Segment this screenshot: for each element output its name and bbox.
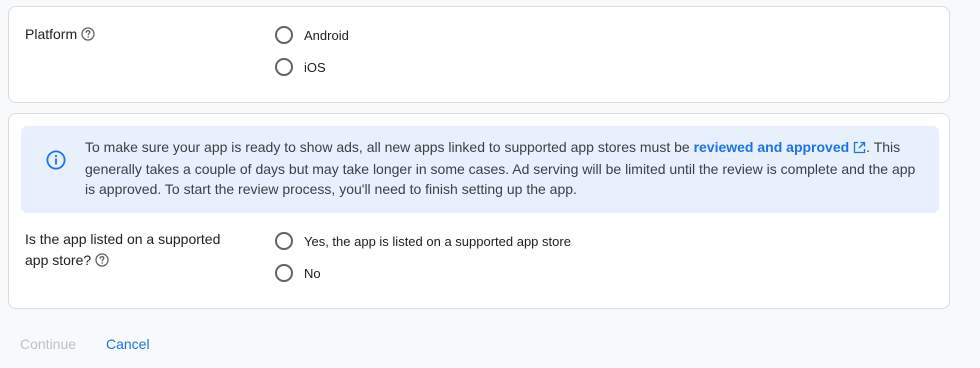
radio-label-yes: Yes, the app is listed on a supported ap… bbox=[304, 233, 571, 249]
help-circle-icon[interactable] bbox=[81, 26, 95, 47]
radio-button[interactable] bbox=[275, 264, 293, 282]
radio-label-no: No bbox=[304, 265, 321, 281]
reviewed-and-approved-link[interactable]: reviewed and approved bbox=[694, 139, 867, 155]
store-listing-label-line1: Is the app listed on a supported bbox=[25, 231, 221, 247]
cancel-button[interactable]: Cancel bbox=[106, 334, 150, 354]
radio-button[interactable] bbox=[275, 232, 293, 250]
radio-button[interactable] bbox=[275, 58, 293, 76]
link-text: reviewed and approved bbox=[693, 139, 850, 155]
radio-button[interactable] bbox=[275, 26, 293, 44]
store-listing-label-line2: app store? bbox=[25, 252, 92, 268]
radio-android[interactable]: Android bbox=[275, 24, 349, 46]
store-listing-label: Is the app listed on a supported app sto… bbox=[25, 229, 220, 273]
help-circle-icon[interactable] bbox=[95, 252, 109, 273]
info-banner-text: To make sure your app is ready to show a… bbox=[85, 137, 925, 199]
radio-label-android: Android bbox=[304, 27, 349, 43]
platform-label-text: Platform bbox=[25, 26, 78, 42]
continue-button[interactable]: Continue bbox=[20, 334, 76, 354]
info-banner: To make sure your app is ready to show a… bbox=[21, 126, 939, 213]
info-text-before-link: To make sure your app is ready to show a… bbox=[85, 139, 694, 155]
platform-label: Platform bbox=[25, 24, 95, 47]
radio-no[interactable]: No bbox=[275, 262, 321, 284]
platform-card: Platform Android iOS bbox=[8, 6, 950, 103]
app-store-card: To make sure your app is ready to show a… bbox=[8, 113, 950, 309]
external-link-icon bbox=[853, 139, 866, 159]
radio-label-ios: iOS bbox=[304, 59, 326, 75]
radio-yes-listed[interactable]: Yes, the app is listed on a supported ap… bbox=[275, 230, 571, 252]
info-icon bbox=[46, 150, 66, 175]
radio-ios[interactable]: iOS bbox=[275, 56, 326, 78]
